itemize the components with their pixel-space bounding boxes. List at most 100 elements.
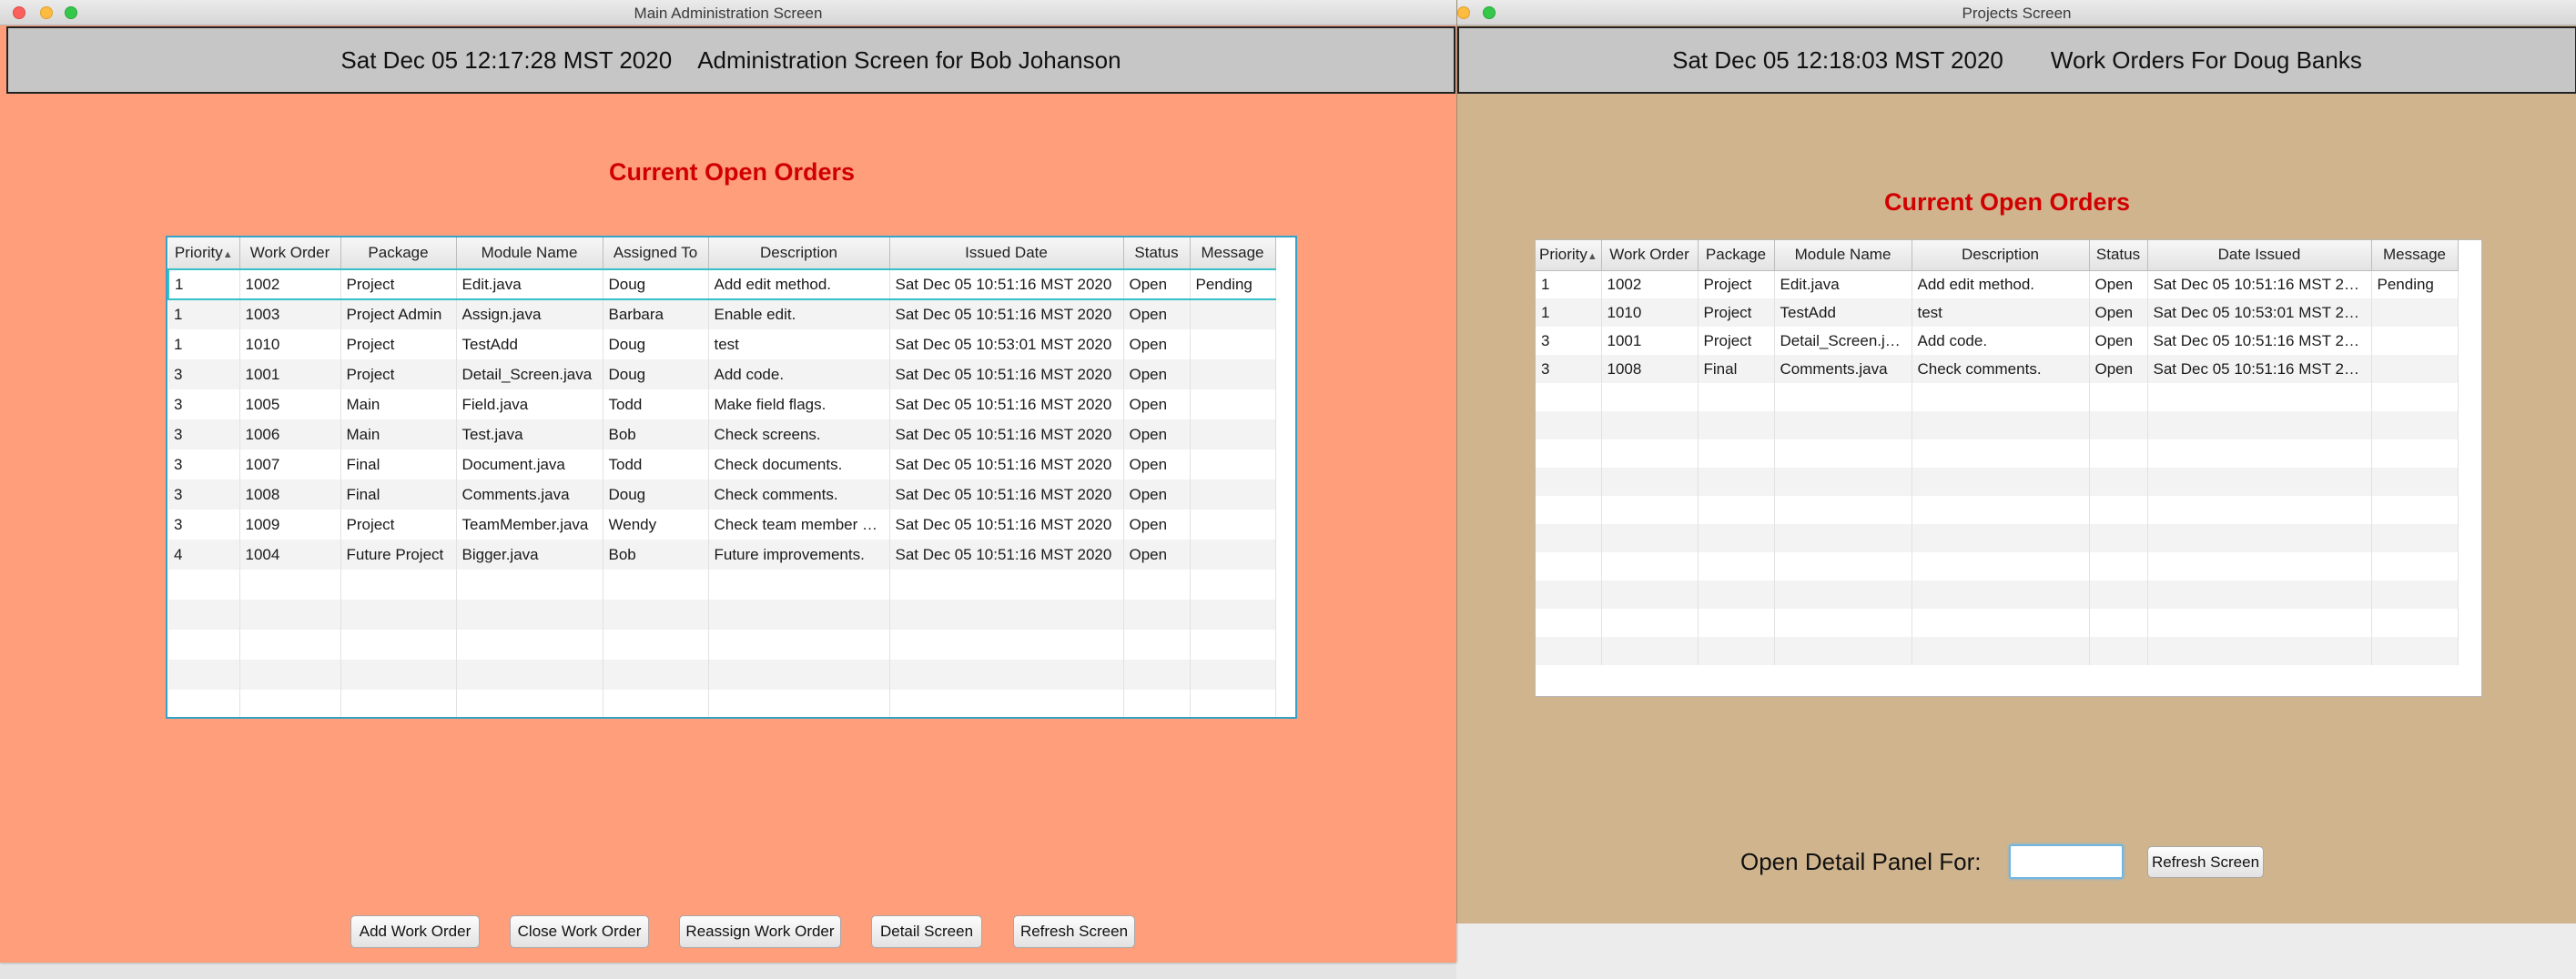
table-cell [2147, 439, 2372, 468]
section-title: Current Open Orders [1883, 188, 2131, 216]
add-work-order-button[interactable]: Add Work Order [350, 915, 480, 948]
table-cell [1123, 690, 1191, 717]
projects-window: Projects Screen Sat Dec 05 12:18:03 MST … [1456, 0, 2576, 923]
table-cell [2371, 439, 2459, 468]
table-cell [2147, 552, 2372, 580]
table-cell [1190, 570, 1276, 600]
table-row[interactable]: 1 1010 Project TestAdd Doug test Sat Dec 05 10… [168, 329, 1276, 359]
table-cell: Edit.java [1774, 270, 1912, 298]
table-row[interactable]: 3 1001 Project Detail_Screen.java Doug Add co… [168, 359, 1276, 389]
table-cell [340, 570, 457, 600]
column-header-description[interactable]: Description [708, 237, 890, 270]
table-cell [889, 570, 1124, 600]
table-cell [2089, 383, 2148, 411]
table-row[interactable]: 3 1009 Project TeamMember.java Wendy Check te… [168, 510, 1276, 540]
column-header-description[interactable]: Description [1912, 240, 2090, 271]
table-cell: 1002 [239, 268, 341, 300]
table-cell: Doug [603, 329, 709, 359]
table-cell: TeamMember.java [456, 510, 603, 540]
table-cell [168, 630, 240, 660]
table-row[interactable]: 3 1008 Final Comments.java Check comments. Op… [1536, 355, 2459, 383]
table-cell [1190, 359, 1276, 389]
table-row[interactable]: 3 1008 Final Comments.java Doug Check comment… [168, 479, 1276, 510]
table-cell [2371, 468, 2459, 496]
table-cell [2147, 468, 2372, 496]
table-cell [1190, 630, 1276, 660]
table-cell [1536, 637, 1602, 665]
table-cell: 1001 [1601, 327, 1699, 355]
desktop-strip [0, 963, 1456, 979]
column-header-status[interactable]: Status [2089, 240, 2148, 271]
table-cell: Sat Dec 05 10:51:16 MST 2020 [889, 299, 1124, 329]
table-cell [456, 570, 603, 600]
window-title: Projects Screen [1962, 5, 2072, 22]
table-row[interactable]: 1 1010 Project TestAdd test Open Sat Dec 05 10… [1536, 298, 2459, 327]
table-cell: Doug [603, 479, 709, 510]
column-header-issued-date[interactable]: Issued Date [889, 237, 1124, 270]
column-header-message[interactable]: Message [1190, 237, 1276, 270]
detail-work-order-input[interactable] [2009, 844, 2124, 879]
table-cell [2371, 383, 2459, 411]
detail-panel-label: Open Detail Panel For: [1740, 848, 1982, 875]
column-header-priority[interactable]: Priority▲ [168, 237, 240, 270]
column-header-message[interactable]: Message [2371, 240, 2459, 271]
table-cell: 1006 [239, 419, 341, 449]
column-header-package[interactable]: Package [340, 237, 457, 270]
table-row[interactable]: 3 1005 Main Field.java Todd Make field flags.… [168, 389, 1276, 419]
table-cell: 1010 [239, 329, 341, 359]
table-cell [1601, 580, 1699, 609]
table-row[interactable]: 4 1004 Future Project Bigger.java Bob Future … [168, 540, 1276, 570]
table-cell [1912, 411, 2090, 439]
admin-orders-table[interactable]: Priority▲ Work Order Package Module Name Ass… [166, 236, 1297, 719]
table-cell [2089, 496, 2148, 524]
column-header-date-issued[interactable]: Date Issued [2147, 240, 2372, 271]
column-header-module-name[interactable]: Module Name [456, 237, 603, 270]
table-cell: Open [1123, 419, 1191, 449]
table-cell: 1 [1536, 298, 1602, 327]
table-cell [456, 630, 603, 660]
column-header-work-order[interactable]: Work Order [1601, 240, 1699, 271]
column-header-package[interactable]: Package [1698, 240, 1775, 271]
table-cell [239, 570, 341, 600]
detail-screen-button[interactable]: Detail Screen [871, 915, 982, 948]
table-cell: Sat Dec 05 10:51:16 MST 2020 [889, 419, 1124, 449]
table-row-empty [168, 570, 1276, 600]
table-cell: Sat Dec 05 10:51:16 MST 2020 [2147, 355, 2372, 383]
table-cell [456, 690, 603, 717]
table-row[interactable]: 1 1002 Project Edit.java Doug Add edit method… [167, 268, 1276, 300]
column-header-label: Assigned To [613, 244, 698, 261]
table-cell [1536, 552, 1602, 580]
table-cell [1601, 552, 1699, 580]
refresh-screen-button[interactable]: Refresh Screen [1013, 915, 1135, 948]
column-header-priority[interactable]: Priority▲ [1536, 240, 1602, 271]
table-cell [1601, 637, 1699, 665]
admin-titlebar[interactable]: Main Administration Screen [0, 0, 1456, 25]
table-cell: 1007 [239, 449, 341, 479]
column-header-module-name[interactable]: Module Name [1774, 240, 1912, 271]
projects-orders-table[interactable]: Priority▲ Work Order Package Module Name Des… [1535, 239, 2482, 697]
table-cell: Open [1123, 359, 1191, 389]
column-header-work-order[interactable]: Work Order [239, 237, 341, 270]
table-cell: Sat Dec 05 10:51:16 MST 2020 [889, 359, 1124, 389]
table-cell [239, 690, 341, 717]
table-row-empty [1536, 496, 2459, 524]
reassign-work-order-button[interactable]: Reassign Work Order [679, 915, 841, 948]
table-cell [456, 660, 603, 690]
close-work-order-button[interactable]: Close Work Order [510, 915, 649, 948]
table-row[interactable]: 3 1007 Final Document.java Todd Check documen… [168, 449, 1276, 479]
table-cell: Future Project [340, 540, 457, 570]
projects-titlebar[interactable]: Projects Screen [1457, 0, 2576, 25]
table-cell: Open [1123, 299, 1191, 329]
table-cell [708, 570, 890, 600]
table-row[interactable]: 3 1001 Project Detail_Screen.java Add code. O… [1536, 327, 2459, 355]
table-cell: Check team member pa... [708, 510, 890, 540]
refresh-screen-button[interactable]: Refresh Screen [2147, 846, 2264, 878]
table-cell [1912, 609, 2090, 637]
column-header-status[interactable]: Status [1123, 237, 1191, 270]
table-cell: Sat Dec 05 10:51:16 MST 2020 [889, 449, 1124, 479]
table-row[interactable]: 1 1003 Project Admin Assign.java Barbara Enab… [168, 299, 1276, 329]
table-cell: Open [2089, 270, 2148, 298]
column-header-assigned-to[interactable]: Assigned To [603, 237, 709, 270]
table-row[interactable]: 1 1002 Project Edit.java Add edit method. Ope… [1536, 270, 2459, 298]
table-row[interactable]: 3 1006 Main Test.java Bob Check screens. Sat … [168, 419, 1276, 449]
